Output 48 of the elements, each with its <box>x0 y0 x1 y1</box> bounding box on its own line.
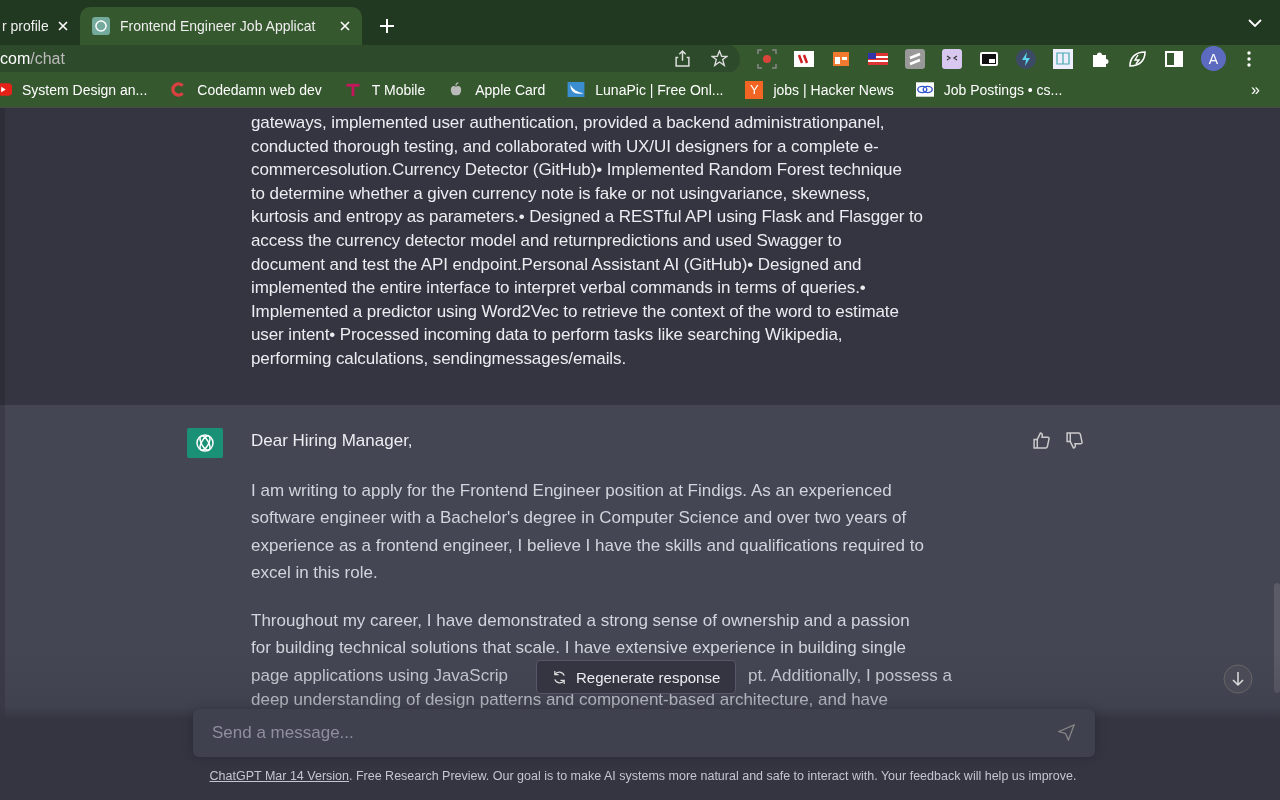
message-text: pt. Additionally, I possess a <box>748 664 952 687</box>
new-tab-icon[interactable] <box>380 19 394 33</box>
address-bar[interactable]: com/chat <box>0 43 740 74</box>
scroll-down-icon[interactable] <box>1223 664 1253 694</box>
y-logo: Y <box>745 80 764 99</box>
face-icon[interactable] <box>942 48 962 69</box>
message-paragraph: I am writing to apply for the Frontend Engineer position at Findigs. As an experienced software engineer with a Bachelor's degree in Computer Science and over two years of experience as a frontend engineer, I believe I have the skills and qualifications required to excel in this role. <box>251 479 925 584</box>
version-link[interactable]: ChatGPT Mar 14 Version <box>209 769 349 783</box>
thumbs-down-icon[interactable] <box>1065 431 1084 450</box>
chain-icon <box>915 82 934 97</box>
thumbs-up-icon[interactable] <box>1032 431 1051 450</box>
footer-text: ChatGPT Mar 14 Version. Free Research Preview. Our goal is to make AI systems more natural and safe to interact with. Your feedback will help us improve. <box>208 769 1078 783</box>
bookmark[interactable]: T Mobile <box>343 81 426 98</box>
stripes-icon[interactable] <box>905 48 925 69</box>
browser-tab[interactable]: Frontend Engineer Job Applicat <box>80 7 362 45</box>
refresh-icon <box>552 669 567 685</box>
share-icon[interactable] <box>674 50 691 67</box>
wave-icon <box>567 82 586 97</box>
close-icon[interactable] <box>340 21 350 31</box>
more-bookmarks-button[interactable]: » <box>1251 80 1260 99</box>
bookmark[interactable]: LunaPic | Free Onl... <box>567 81 724 98</box>
bookmark[interactable]: Job Postings • cs... <box>915 81 1063 98</box>
chat-logo-icon <box>92 17 110 35</box>
message-text: page applications using JavaScrip <box>251 664 509 687</box>
message-text: Dear Hiring Manager, <box>251 430 414 452</box>
message-input[interactable]: Send a message... <box>193 709 1095 757</box>
chevron-down-icon[interactable] <box>1248 19 1262 27</box>
extension-icon[interactable] <box>794 48 814 69</box>
bookmark[interactable]: System Design an... <box>0 81 148 98</box>
book-icon[interactable] <box>1053 48 1073 69</box>
menu-icon[interactable] <box>1247 50 1251 67</box>
browser-tab[interactable]: r profile <box>0 7 80 45</box>
profile-avatar[interactable]: A <box>1201 46 1226 71</box>
star-icon[interactable] <box>711 50 728 67</box>
user-message: gateways, implemented user authentication, provided a backend administrationpanel, conducted thorough testing, and collaborated with UX/UI designers for a complete e- commercesolution.Currency Detector (GitHub)• Implemented Random Forest technique to determine whether a given currency note is fake or not usingvariance, skewness, kurtosis and entropy as parameters.• Designed a RESTful API using Flask and Flasgger to access the currency detector model and returnpredictions and used Swagger to document and test the API endpoint.Personal Assistant AI (GitHub)• Designed and implemented the entire interface to interpret verbal commands in terms of queries.• Implemented a predictor using Word2Vec to retrieve the context of the word to estimate user intent• Processed incoming data to perform tasks like searching Wikipedia, performing calculations, sendingmessages/emails. <box>251 112 924 370</box>
bookmark[interactable]: Y jobs | Hacker News <box>745 80 894 99</box>
scrollbar-thumb[interactable] <box>1274 583 1280 693</box>
send-icon[interactable] <box>1058 724 1075 741</box>
regenerate-button[interactable]: Regenerate response <box>536 660 737 694</box>
bookmark[interactable]: Apple Card <box>447 81 546 98</box>
assistant-logo-icon <box>187 428 223 458</box>
url-text: com/chat <box>0 49 66 68</box>
leaf-icon[interactable] <box>1127 48 1147 69</box>
sidebar-icon[interactable] <box>1164 48 1184 69</box>
bookmark[interactable]: Codedamn web dev <box>169 81 322 98</box>
t-shape-icon <box>343 82 362 97</box>
close-icon[interactable] <box>58 21 68 31</box>
bolt-icon[interactable] <box>1016 48 1036 69</box>
